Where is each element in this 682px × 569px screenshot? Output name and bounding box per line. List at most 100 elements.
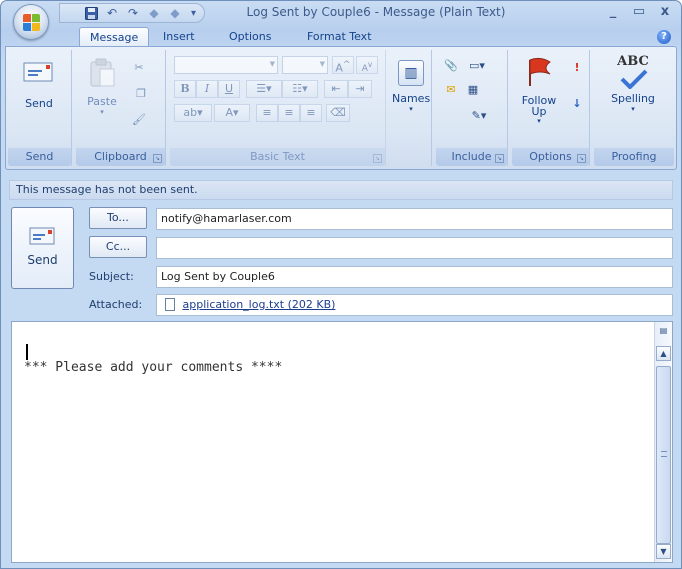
send-envelope-icon — [29, 227, 54, 245]
tab-insert[interactable]: Insert — [153, 27, 205, 47]
subject-label: Subject: — [89, 270, 134, 283]
office-button[interactable] — [13, 4, 49, 40]
italic-button[interactable]: I — [196, 80, 218, 98]
basic-text-group: ▼ ▼ A^ Av B I U ☰▾ ☷▾ ⇤ ⇥ ab▾ A▾ ≡ ≡ ≡ ⌫… — [170, 50, 386, 166]
attach-file-icon[interactable]: 📎 — [442, 56, 460, 74]
grow-font-icon: A — [335, 61, 343, 75]
checkmark-icon — [620, 69, 648, 90]
highlight-icon: ab — [183, 106, 198, 119]
highlight-button[interactable]: ab▾ — [174, 104, 212, 122]
basic-text-launcher-icon[interactable]: ↘ — [373, 154, 382, 163]
cc-field[interactable] — [156, 237, 673, 259]
address-book-icon: ▥ — [398, 60, 424, 86]
ribbon: Send Send Paste ▾ ✂ ❐ 🖌 Clipboard ↘ ▼ ▼ … — [5, 46, 677, 170]
copy-icon[interactable]: ❐ — [132, 84, 150, 102]
font-color-button[interactable]: A▾ — [214, 104, 250, 122]
follow-up-button[interactable]: Follow Up ▾ — [514, 56, 564, 125]
decrease-indent-icon[interactable]: ⇤ — [324, 80, 348, 98]
names-group: ▥ Names ▾ — [390, 50, 432, 166]
scroll-up-arrow-icon[interactable]: ▲ — [656, 346, 671, 361]
scroll-down-arrow-icon[interactable]: ▼ — [656, 544, 671, 559]
clear-formatting-icon[interactable]: ⌫ — [326, 104, 350, 122]
scroll-thumb[interactable] — [656, 366, 671, 544]
send-button-label: Send — [27, 253, 58, 267]
ribbon-send-button[interactable]: Send — [12, 60, 66, 110]
options-group: Follow Up ▾ ! ↓ Options ↘ — [512, 50, 590, 166]
clipboard-group: Paste ▾ ✂ ❐ 🖌 Clipboard ↘ — [76, 50, 166, 166]
align-left-icon[interactable]: ≡ — [256, 104, 278, 122]
follow-up-label: Follow Up — [521, 94, 557, 118]
info-bar: This message has not been sent. — [9, 180, 673, 200]
text-caret — [26, 344, 28, 360]
office-logo-icon — [23, 14, 40, 31]
abc-icon: ABC — [617, 54, 649, 69]
outlook-message-window: ↶ ↷ ◆ ◆ ▾ Log Sent by Couple6 - Message … — [0, 0, 682, 569]
paste-button[interactable]: Paste ▾ — [82, 58, 122, 116]
include-launcher-icon[interactable]: ↘ — [495, 154, 504, 163]
to-field[interactable]: notify@hamarlaser.com — [156, 208, 673, 230]
vertical-scrollbar[interactable]: ▤ ▲ ▼ — [654, 322, 672, 562]
tab-options[interactable]: Options — [219, 27, 281, 47]
message-body[interactable]: *** Please add your comments **** ▤ ▲ ▼ — [11, 321, 673, 563]
title-bar: ↶ ↷ ◆ ◆ ▾ Log Sent by Couple6 - Message … — [1, 1, 681, 40]
cc-button[interactable]: Cc... — [89, 236, 147, 258]
high-importance-icon[interactable]: ! — [568, 58, 586, 76]
format-painter-icon[interactable]: 🖌 — [130, 110, 148, 128]
attached-label: Attached: — [89, 298, 143, 311]
proofing-group: ABC Spelling ▾ Proofing — [594, 50, 674, 166]
window-title: Log Sent by Couple6 - Message (Plain Tex… — [246, 5, 506, 19]
options-launcher-icon[interactable]: ↘ — [577, 154, 586, 163]
proofing-group-label: Proofing — [594, 148, 674, 166]
minimize-button[interactable]: _ — [601, 3, 625, 21]
clipboard-launcher-icon[interactable]: ↘ — [153, 154, 162, 163]
send-envelope-icon — [23, 62, 53, 82]
numbering-button[interactable]: ☷▾ — [282, 80, 318, 98]
include-group: 📎 ▭▾ ✉ ▦ ✎▾ Include ↘ — [436, 50, 508, 166]
clipboard-group-label: Clipboard — [76, 148, 165, 166]
increase-indent-icon[interactable]: ⇥ — [348, 80, 372, 98]
subject-field[interactable]: Log Sent by Couple6 — [156, 266, 673, 288]
tab-format-text[interactable]: Format Text — [297, 27, 382, 47]
help-icon[interactable]: ? — [657, 30, 671, 44]
paste-label: Paste — [87, 95, 117, 108]
grow-font-button[interactable]: A^ — [332, 56, 354, 75]
font-color-icon: A — [225, 106, 233, 119]
split-view-icon[interactable]: ▤ — [656, 324, 671, 339]
attachment-field: application_log.txt (202 KB) — [156, 294, 673, 316]
font-size-combo[interactable]: ▼ — [282, 56, 328, 74]
undo-icon[interactable]: ↶ — [103, 5, 121, 21]
text-file-icon — [165, 297, 175, 311]
attach-item-icon[interactable]: ✉ — [442, 80, 460, 98]
tab-message[interactable]: Message — [79, 27, 150, 47]
to-button[interactable]: To... — [89, 207, 147, 229]
redo-icon[interactable]: ↷ — [124, 5, 142, 21]
calendar-icon[interactable]: ▦ — [464, 80, 482, 98]
bold-button[interactable]: B — [174, 80, 196, 98]
font-name-combo[interactable]: ▼ — [174, 56, 278, 74]
flag-icon — [529, 57, 551, 86]
ribbon-tabs: Message Insert Options Format Text ? — [1, 25, 681, 47]
shrink-font-button[interactable]: Av — [356, 56, 378, 74]
send-button[interactable]: Send — [11, 207, 74, 289]
names-label: Names — [392, 92, 431, 105]
signature-icon[interactable]: ✎▾ — [466, 106, 492, 124]
send-label: Send — [25, 97, 53, 110]
maximize-button[interactable]: ▭ — [627, 3, 651, 21]
align-right-icon[interactable]: ≡ — [300, 104, 322, 122]
send-group: Send Send — [8, 50, 72, 166]
cut-icon[interactable]: ✂ — [130, 58, 148, 76]
close-button[interactable]: x — [653, 3, 677, 21]
align-center-icon[interactable]: ≡ — [278, 104, 300, 122]
attachment-link[interactable]: application_log.txt (202 KB) — [183, 298, 336, 311]
names-button[interactable]: ▥ Names ▾ — [392, 60, 430, 113]
business-card-icon[interactable]: ▭▾ — [464, 56, 490, 74]
clipboard-icon — [90, 58, 115, 87]
underline-button[interactable]: U — [218, 80, 240, 98]
low-importance-icon[interactable]: ↓ — [568, 94, 586, 112]
bullets-button[interactable]: ☰▾ — [246, 80, 282, 98]
spelling-button[interactable]: ABC Spelling ▾ — [600, 54, 666, 113]
send-group-label: Send — [8, 148, 71, 166]
basic-text-group-label: Basic Text — [170, 148, 385, 166]
save-icon[interactable] — [82, 5, 100, 21]
spelling-label: Spelling — [611, 92, 655, 105]
